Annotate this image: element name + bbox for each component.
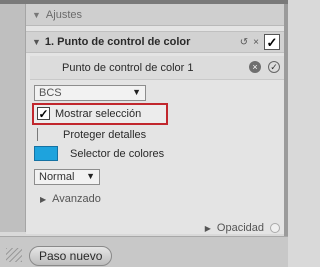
paso-nuevo-button[interactable]: Paso nuevo	[29, 246, 113, 266]
selector-colores-row[interactable]: Selector de colores	[34, 146, 164, 161]
mostrar-seleccion-checkbox[interactable]: ✓	[37, 107, 50, 120]
proteger-detalles-checkbox[interactable]	[37, 128, 50, 141]
chevron-down-icon: ▼	[86, 171, 95, 181]
left-gutter	[0, 4, 26, 232]
expand-triangle-icon[interactable]: ▶	[205, 224, 211, 233]
mostrar-seleccion-row[interactable]: ✓ Mostrar selección	[37, 107, 141, 120]
proteger-detalles-label: Proteger detalles	[63, 128, 147, 141]
delete-point-icon[interactable]: ×	[249, 61, 261, 73]
color-swatch[interactable]	[34, 146, 58, 161]
opacidad-toggle[interactable]: ▶ Opacidad	[205, 222, 280, 234]
close-icon[interactable]: ×	[253, 37, 259, 48]
mode-select-value: BCS	[39, 87, 62, 99]
resize-grip-icon[interactable]	[6, 248, 22, 262]
mostrar-seleccion-label: Mostrar selección	[55, 107, 142, 120]
control-point-icons: × ✓	[249, 61, 280, 73]
avanzado-label: Avanzado	[52, 193, 101, 205]
expand-triangle-icon[interactable]: ▶	[40, 195, 46, 204]
chevron-down-icon: ▼	[132, 87, 141, 97]
control-point-item[interactable]: Punto de control de color 1 × ✓	[30, 56, 284, 80]
proteger-detalles-row[interactable]: Proteger detalles	[37, 128, 146, 141]
enable-adjustment-checkbox[interactable]: ✓	[264, 34, 280, 50]
opacity-radio[interactable]	[270, 223, 280, 233]
selector-colores-label: Selector de colores	[70, 147, 165, 160]
opacidad-label: Opacidad	[216, 222, 264, 234]
control-point-label: Punto de control de color 1	[62, 61, 194, 74]
avanzado-toggle[interactable]: ▶ Avanzado	[40, 193, 101, 205]
mode-select[interactable]: BCS ▼	[34, 85, 146, 101]
blend-mode-value: Normal	[39, 171, 75, 183]
enable-point-icon[interactable]: ✓	[268, 61, 280, 73]
adjustments-panel: ▼ Ajustes ▼ 1. Punto de control de color…	[26, 4, 284, 234]
header-icons: ↺ × ✓	[240, 34, 280, 50]
right-scrollbar[interactable]	[284, 4, 288, 236]
ajustes-section-header[interactable]: ▼ Ajustes	[26, 4, 284, 26]
collapse-triangle-icon[interactable]: ▼	[32, 10, 41, 20]
ajustes-label: Ajustes	[45, 8, 82, 21]
reset-icon[interactable]: ↺	[240, 37, 248, 48]
color-control-point-header[interactable]: ▼ 1. Punto de control de color ↺ × ✓	[26, 31, 284, 53]
adjustment-title: 1. Punto de control de color	[44, 36, 191, 48]
blend-mode-select[interactable]: Normal ▼	[34, 169, 100, 185]
collapse-triangle-icon[interactable]: ▼	[32, 37, 41, 47]
